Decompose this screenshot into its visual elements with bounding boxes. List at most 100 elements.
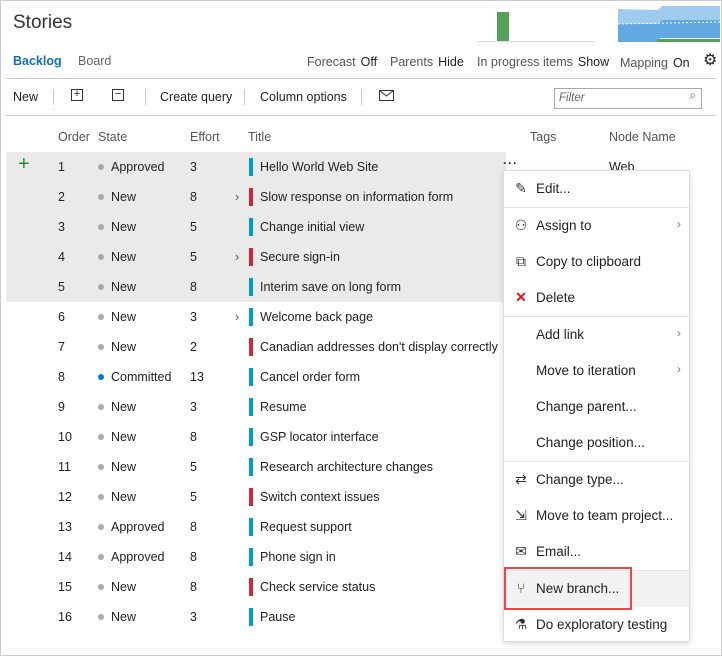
create-query-button[interactable]: Create query (160, 90, 232, 104)
menu-item-move-to-team-project[interactable]: ⇲ Move to team project... (504, 498, 689, 534)
table-row[interactable]: 2 New 8 › Slow response on information f… (6, 182, 506, 212)
in-progress-toggle[interactable]: In progress items Show (477, 55, 609, 69)
order-cell: 6 (58, 310, 65, 324)
table-row[interactable]: 1 Approved 3 Hello World Web Site Web (6, 152, 634, 182)
effort-cell: 5 (190, 460, 197, 474)
chevron-right-icon: › (677, 217, 681, 231)
menu-item-move-to-iteration[interactable]: Move to iteration › (504, 353, 689, 389)
title-link[interactable]: Canadian addresses don't display correct… (260, 340, 498, 354)
state-cell: Approved (98, 520, 165, 534)
title-link[interactable]: Change initial view (260, 220, 364, 234)
parents-toggle[interactable]: Parents Hide (390, 55, 464, 69)
title-link[interactable]: Cancel order form (260, 370, 360, 384)
title-link[interactable]: Resume (260, 400, 307, 414)
state-cell: New (98, 610, 136, 624)
state-cell: New (98, 220, 136, 234)
menu-item-email[interactable]: ✉ Email... (504, 534, 689, 570)
col-tags[interactable]: Tags (530, 130, 556, 144)
delete-x-icon: ✕ (515, 289, 527, 305)
in-progress-label: In progress items (477, 55, 573, 69)
col-order[interactable]: Order (58, 130, 90, 144)
menu-item-do-exploratory-testing[interactable]: ⚗ Do exploratory testing (504, 607, 689, 643)
work-item-color-bar (249, 488, 253, 506)
forecast-toggle[interactable]: Forecast Off (307, 55, 377, 69)
work-item-color-bar (249, 278, 253, 296)
menu-item-assign-to[interactable]: ⚇ Assign to › (504, 208, 689, 244)
title-link[interactable]: Welcome back page (260, 310, 373, 324)
title-link[interactable]: Slow response on information form (260, 190, 453, 204)
flask-icon: ⚗ (514, 616, 528, 632)
effort-cell: 8 (190, 190, 197, 204)
plus-box-icon[interactable]: + (71, 89, 83, 101)
mail-icon[interactable] (379, 90, 394, 101)
velocity-mini-chart[interactable] (477, 10, 595, 42)
column-options-button[interactable]: Column options (260, 90, 347, 104)
menu-item-change-parent[interactable]: Change parent... (504, 389, 689, 425)
menu-item-edit[interactable]: ✎ Edit... (504, 171, 689, 207)
title-link[interactable]: Pause (260, 610, 295, 624)
title-link[interactable]: Check service status (260, 580, 375, 594)
effort-cell: 5 (190, 250, 197, 264)
expand-chevron-icon[interactable]: › (235, 250, 239, 264)
col-title[interactable]: Title (248, 130, 271, 144)
tab-backlog[interactable]: Backlog (13, 54, 62, 68)
table-row[interactable]: 4 New 5 › Secure sign-in (6, 242, 506, 272)
col-state[interactable]: State (98, 130, 127, 144)
expand-chevron-icon[interactable]: › (235, 310, 239, 324)
work-item-color-bar (249, 578, 253, 596)
title-link[interactable]: GSP locator interface (260, 430, 379, 444)
state-dot-icon (98, 314, 104, 320)
divider (53, 89, 54, 105)
col-node-name[interactable]: Node Name (609, 130, 676, 144)
state-label: New (111, 220, 137, 234)
highlight-box (504, 567, 632, 610)
tab-board[interactable]: Board (78, 54, 111, 68)
state-cell: Approved (98, 550, 165, 564)
search-icon[interactable]: ⌕ (690, 90, 696, 103)
more-actions-icon[interactable]: ··· (503, 156, 518, 170)
order-cell: 8 (58, 370, 65, 384)
menu-item-copy-to-clipboard[interactable]: ⧉ Copy to clipboard (504, 244, 689, 280)
mapping-label: Mapping (620, 56, 668, 70)
state-label: New (111, 580, 137, 594)
cfd-mini-chart[interactable] (618, 6, 720, 42)
menu-item-label: Edit... (536, 181, 571, 196)
order-cell: 1 (58, 160, 65, 174)
move-project-icon: ⇲ (515, 507, 527, 523)
expand-chevron-icon[interactable]: › (235, 190, 239, 204)
forecast-value: Off (360, 55, 378, 69)
title-link[interactable]: Research architecture changes (260, 460, 433, 474)
title-link[interactable]: Secure sign-in (260, 250, 340, 264)
state-label: New (111, 610, 137, 624)
menu-item-change-type[interactable]: ⇄ Change type... (504, 462, 689, 498)
menu-item-change-position[interactable]: Change position... (504, 425, 689, 461)
title-link[interactable]: Interim save on long form (260, 280, 401, 294)
state-label: Approved (111, 160, 165, 174)
order-cell: 13 (58, 520, 72, 534)
state-dot-icon (98, 614, 104, 620)
add-item-plus-icon[interactable]: + (18, 154, 30, 174)
new-button[interactable]: New (13, 90, 38, 104)
work-item-color-bar (249, 518, 253, 536)
title-link[interactable]: Switch context issues (260, 490, 380, 504)
state-cell: New (98, 340, 136, 354)
menu-item-delete[interactable]: ✕ Delete (504, 280, 689, 316)
title-link[interactable]: Request support (260, 520, 352, 534)
work-item-color-bar (249, 368, 253, 386)
work-item-color-bar (249, 398, 253, 416)
mapping-toggle[interactable]: Mapping On (620, 56, 690, 70)
state-dot-icon (98, 374, 104, 380)
velocity-bar (497, 12, 509, 41)
title-link[interactable]: Hello World Web Site (260, 160, 378, 174)
order-cell: 5 (58, 280, 65, 294)
filter-input[interactable]: Filter ⌕ (554, 88, 702, 109)
work-item-color-bar (249, 548, 253, 566)
gear-icon[interactable]: ⚙ (703, 50, 717, 70)
menu-item-add-link[interactable]: Add link › (504, 317, 689, 353)
state-dot-icon (98, 404, 104, 410)
table-row[interactable]: 3 New 5 Change initial view (6, 212, 506, 242)
minus-box-icon[interactable]: − (112, 89, 124, 101)
table-row[interactable]: 5 New 8 Interim save on long form (6, 272, 506, 302)
col-effort[interactable]: Effort (190, 130, 220, 144)
title-link[interactable]: Phone sign in (260, 550, 336, 564)
